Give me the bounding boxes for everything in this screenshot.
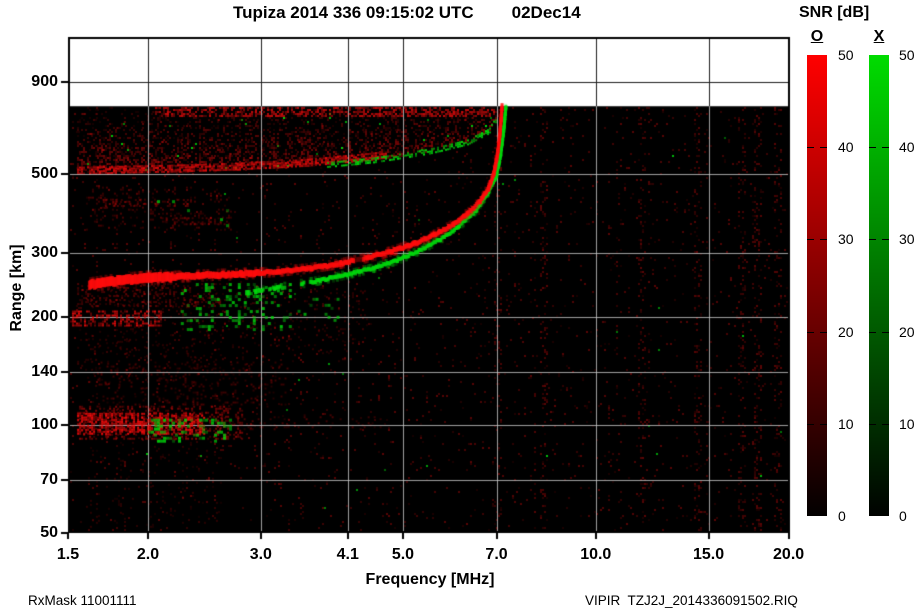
colorbar-tick-label: 50: [838, 47, 854, 63]
colorbar-tick-label: 50: [899, 47, 915, 63]
footer-rxmask: RxMask 11001111: [28, 593, 137, 608]
x-tick-label: 4.1: [336, 546, 359, 563]
colorbar-tick-label: 40: [899, 139, 915, 156]
colorbar-tick-dash: [869, 239, 876, 241]
colorbar-tick-label: 20: [899, 323, 915, 340]
colorbar-tick-dash: [807, 423, 814, 425]
y-tick-label: 500: [31, 164, 58, 182]
colorbar-tick-dash: [807, 331, 814, 333]
x-tick-label: 7.0: [485, 546, 508, 563]
colorbar-tick-dash: [882, 239, 889, 241]
o-mode-label: O: [810, 28, 824, 45]
colorbar-tick-dash: [807, 239, 814, 241]
x-mode-label: X: [873, 28, 885, 45]
y-tick-label: 70: [40, 471, 58, 489]
colorbar-tick-dash: [882, 423, 889, 425]
colorbar-tick-dash: [869, 147, 876, 149]
y-tick-label: 900: [31, 72, 58, 90]
colorbar-tick-dash: [820, 423, 827, 425]
o-colorbar: [807, 55, 827, 516]
colorbar-tick-dash: [869, 331, 876, 333]
x-tick-label: 5.0: [391, 546, 415, 563]
x-colorbar: [869, 55, 889, 516]
colorbar-tick-label: 40: [838, 139, 854, 156]
colorbar-tick-dash: [820, 239, 827, 241]
colorbar-title: SNR [dB]: [799, 4, 870, 21]
x-tick-label: 2.0: [136, 546, 160, 563]
chart-title: Tupiza 2014 336 09:15:02 UTC: [233, 3, 474, 22]
colorbar-tick-dash: [820, 147, 827, 149]
ionogram-page: Tupiza 2014 336 09:15:02 UTC 02Dec14 SNR …: [0, 0, 922, 614]
x-tick-label: 1.5: [56, 546, 80, 563]
x-tick-label: 20.0: [773, 546, 805, 563]
y-tick-label: 100: [31, 415, 58, 433]
colorbar-tick-dash: [869, 423, 876, 425]
colorbar-tick-label: 20: [838, 323, 854, 340]
plot-canvas: [60, 35, 800, 547]
chart-title-row: Tupiza 2014 336 09:15:02 UTC 02Dec14: [233, 3, 581, 23]
colorbar-tick-label: 0: [838, 508, 846, 524]
colorbar-tick-label: 30: [899, 231, 915, 248]
y-tick-label: 140: [31, 363, 58, 381]
colorbar-tick-label: 10: [899, 415, 915, 432]
y-axis-title: Range [km]: [8, 244, 25, 332]
footer-filename: VIPIR TZJ2J_2014336091502.RIQ: [585, 593, 798, 608]
colorbar-tick-label: 0: [899, 508, 907, 524]
colorbar-tick-label: 10: [838, 415, 854, 432]
colorbar-tick-dash: [882, 147, 889, 149]
x-tick-label: 10.0: [580, 546, 612, 563]
x-axis-title: Frequency [MHz]: [365, 571, 495, 588]
y-tick-label: 50: [40, 524, 58, 541]
colorbar-tick-dash: [882, 331, 889, 333]
x-tick-label: 15.0: [693, 546, 725, 563]
x-tick-label: 3.0: [249, 546, 272, 563]
colorbar-tick-dash: [820, 331, 827, 333]
colorbar-tick-dash: [807, 147, 814, 149]
chart-date: 02Dec14: [511, 3, 581, 22]
colorbar-tick-label: 30: [838, 231, 854, 248]
